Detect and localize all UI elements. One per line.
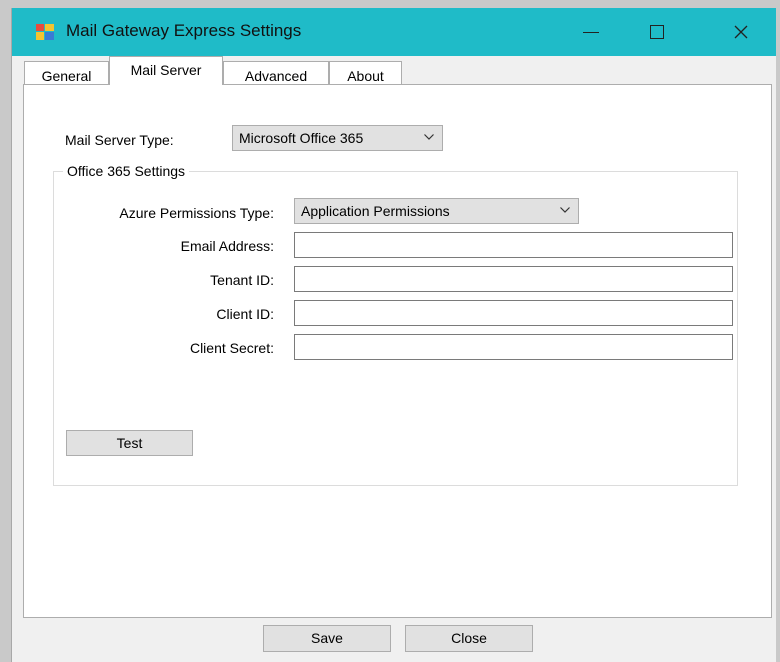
chevron-down-icon	[560, 207, 570, 213]
mail-server-type-value: Microsoft Office 365	[239, 130, 364, 146]
test-button[interactable]: Test	[66, 430, 193, 456]
mail-server-type-label: Mail Server Type:	[65, 132, 174, 148]
email-address-label: Email Address:	[180, 238, 274, 254]
client-secret-input[interactable]	[294, 334, 733, 360]
tab-general[interactable]: General	[24, 61, 109, 85]
tab-about[interactable]: About	[329, 61, 402, 85]
app-icon	[36, 24, 54, 40]
close-button[interactable]: Close	[405, 625, 533, 652]
tenant-id-input[interactable]	[294, 266, 733, 292]
client-secret-label: Client Secret:	[189, 340, 274, 356]
client-id-label: Client ID:	[216, 306, 274, 322]
tab-mail-server[interactable]: Mail Server	[109, 56, 223, 85]
chevron-down-icon	[424, 134, 434, 140]
azure-permissions-value: Application Permissions	[301, 203, 450, 219]
office365-settings-title: Office 365 Settings	[63, 163, 190, 179]
tenant-id-label: Tenant ID:	[210, 272, 274, 288]
tab-advanced[interactable]: Advanced	[223, 61, 329, 85]
save-button[interactable]: Save	[263, 625, 391, 652]
email-address-input[interactable]	[294, 232, 733, 258]
minimize-icon	[583, 31, 599, 33]
title-bar[interactable]: Mail Gateway Express Settings	[12, 8, 776, 56]
close-icon	[734, 25, 748, 39]
azure-permissions-label: Azure Permissions Type:	[119, 205, 274, 221]
maximize-button[interactable]	[633, 8, 681, 56]
client-id-input[interactable]	[294, 300, 733, 326]
maximize-icon	[650, 25, 664, 39]
close-window-button[interactable]	[717, 8, 765, 56]
azure-permissions-select[interactable]: Application Permissions	[294, 198, 579, 224]
minimize-button[interactable]	[567, 8, 615, 56]
window-title: Mail Gateway Express Settings	[66, 21, 302, 40]
mail-server-type-select[interactable]: Microsoft Office 365	[232, 125, 443, 151]
settings-window: Mail Gateway Express Settings General Ma…	[11, 8, 776, 662]
